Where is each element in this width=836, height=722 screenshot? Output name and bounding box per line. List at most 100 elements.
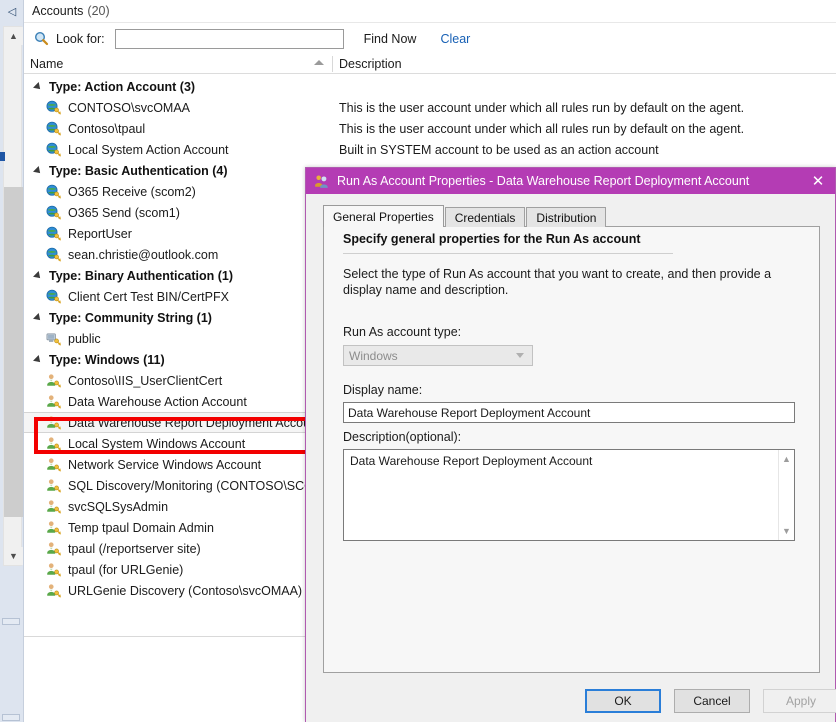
globe-key-icon: [46, 184, 61, 199]
run-as-account-properties-dialog: Run As Account Properties - Data Warehou…: [305, 167, 836, 722]
clear-button[interactable]: Clear: [440, 32, 470, 46]
list-item-label: Contoso\tpaul: [68, 122, 145, 136]
column-header-row: Name Description: [24, 54, 836, 74]
user-key-icon: [46, 499, 61, 514]
display-name-input[interactable]: [343, 402, 795, 423]
expand-triangle-icon[interactable]: [33, 355, 43, 365]
rail-bar-item[interactable]: [2, 714, 20, 721]
chevron-down-icon[interactable]: ▼: [779, 523, 794, 539]
rail-marker: [0, 152, 5, 161]
rail-bar-item[interactable]: [2, 618, 20, 625]
column-header-name[interactable]: Name: [30, 54, 329, 74]
expand-triangle-icon[interactable]: [33, 82, 43, 92]
search-label: Look for:: [56, 32, 105, 46]
chevron-left-icon[interactable]: ◁: [0, 0, 24, 22]
tab-distribution[interactable]: Distribution: [526, 207, 606, 227]
left-rail: ◁ ▲ ▼: [0, 0, 24, 722]
list-item-label: tpaul (for URLGenie): [68, 563, 183, 577]
column-divider[interactable]: [332, 56, 333, 72]
rail-bottom-panel: [0, 570, 24, 722]
list-item-description: Built in SYSTEM account to be used as an…: [339, 139, 659, 160]
description-scrollbar[interactable]: ▲ ▼: [778, 450, 794, 540]
list-item-label: ReportUser: [68, 227, 132, 241]
user-key-icon: [46, 583, 61, 598]
globe-key-icon: [46, 205, 61, 220]
globe-key-icon: [46, 142, 61, 157]
list-item-label: svcSQLSysAdmin: [68, 500, 168, 514]
user-key-icon: [46, 478, 61, 493]
description-text: Data Warehouse Report Deployment Account: [350, 454, 774, 469]
list-group-header[interactable]: Type: Action Account (3): [24, 76, 836, 97]
globe-key-icon: [46, 289, 61, 304]
panel-heading: Specify general properties for the Run A…: [343, 232, 641, 246]
user-key-icon: [46, 373, 61, 388]
list-item-label: Local System Action Account: [68, 143, 229, 157]
column-header-description[interactable]: Description: [339, 54, 402, 74]
dialog-body: General PropertiesCredentialsDistributio…: [306, 194, 835, 722]
dialog-title-text: Run As Account Properties - Data Warehou…: [337, 174, 749, 188]
list-group-label: Type: Binary Authentication (1): [49, 269, 233, 283]
list-item-label: Temp tpaul Domain Admin: [68, 521, 214, 535]
expand-triangle-icon[interactable]: [33, 313, 43, 323]
tab-credentials[interactable]: Credentials: [445, 207, 526, 227]
search-toolbar: Look for: Find Now Clear: [24, 23, 836, 54]
description-label: Description(optional):: [343, 430, 461, 444]
user-key-icon: [46, 457, 61, 472]
panel-divider: [343, 253, 673, 254]
dialog-button-row: OK Cancel Apply: [306, 689, 836, 714]
scroll-down-icon[interactable]: ▼: [4, 547, 23, 565]
ok-button[interactable]: OK: [585, 689, 661, 713]
globe-key-icon: [46, 247, 61, 262]
list-group-label: Type: Basic Authentication (4): [49, 164, 228, 178]
scrollbar-thumb[interactable]: [4, 187, 23, 517]
globe-key-icon: [46, 100, 61, 115]
search-icon: [34, 31, 49, 46]
user-key-icon: [46, 394, 61, 409]
globe-key-icon: [46, 226, 61, 241]
account-type-label: Run As account type:: [343, 325, 461, 339]
list-item-label: sean.christie@outlook.com: [68, 248, 218, 262]
expand-triangle-icon[interactable]: [33, 271, 43, 281]
sort-ascending-icon: [314, 60, 324, 65]
account-type-value: Windows: [349, 349, 398, 363]
close-icon[interactable]: ✕: [801, 168, 835, 194]
dialog-tabstrip: General PropertiesCredentialsDistributio…: [323, 205, 607, 227]
chevron-up-icon[interactable]: ▲: [779, 451, 794, 467]
find-now-button[interactable]: Find Now: [364, 32, 417, 46]
app-root: ◁ ▲ ▼ Accounts (20) Look for: Find Now C…: [0, 0, 836, 722]
list-item-label: Client Cert Test BIN/CertPFX: [68, 290, 229, 304]
dialog-title-bar[interactable]: Run As Account Properties - Data Warehou…: [306, 168, 835, 194]
column-header-name-label: Name: [30, 57, 63, 71]
list-group-label: Type: Windows (11): [49, 353, 165, 367]
list-group-label: Type: Action Account (3): [49, 80, 195, 94]
list-item-label: tpaul (/reportserver site): [68, 542, 201, 556]
panel-intro-text: Select the type of Run As account that y…: [343, 266, 803, 298]
list-item-label: Data Warehouse Action Account: [68, 395, 247, 409]
list-group-label: Type: Community String (1): [49, 311, 212, 325]
tab-general-properties[interactable]: General Properties: [323, 205, 444, 227]
display-name-label: Display name:: [343, 383, 422, 397]
page-title-text: Accounts: [32, 4, 83, 18]
list-item-label: Data Warehouse Report Deployment Account: [68, 416, 320, 430]
expand-triangle-icon[interactable]: [33, 166, 43, 176]
page-title-count: (20): [87, 4, 109, 18]
column-header-description-label: Description: [339, 57, 402, 71]
list-item-label: SQL Discovery/Monitoring (CONTOSO\SCOMS(: [68, 479, 337, 493]
search-input[interactable]: [115, 29, 344, 49]
list-item-label: public: [68, 332, 101, 346]
computer-key-icon: [46, 331, 61, 346]
user-key-icon: [46, 562, 61, 577]
list-item-label: O365 Send (scom1): [68, 206, 180, 220]
list-item-label: Contoso\IIS_UserClientCert: [68, 374, 222, 388]
page-title: Accounts (20): [24, 0, 836, 23]
description-textarea[interactable]: Data Warehouse Report Deployment Account…: [343, 449, 795, 541]
chevron-down-icon: [516, 353, 524, 358]
general-properties-panel: Specify general properties for the Run A…: [323, 227, 820, 673]
list-item-description: This is the user account under which all…: [339, 97, 744, 118]
account-type-select[interactable]: Windows: [343, 345, 533, 366]
list-item-label: Network Service Windows Account: [68, 458, 261, 472]
run-as-account-icon: [314, 174, 329, 189]
cancel-button[interactable]: Cancel: [674, 689, 750, 713]
scroll-up-icon[interactable]: ▲: [4, 27, 23, 45]
left-scrollbar[interactable]: ▲ ▼: [3, 26, 22, 566]
